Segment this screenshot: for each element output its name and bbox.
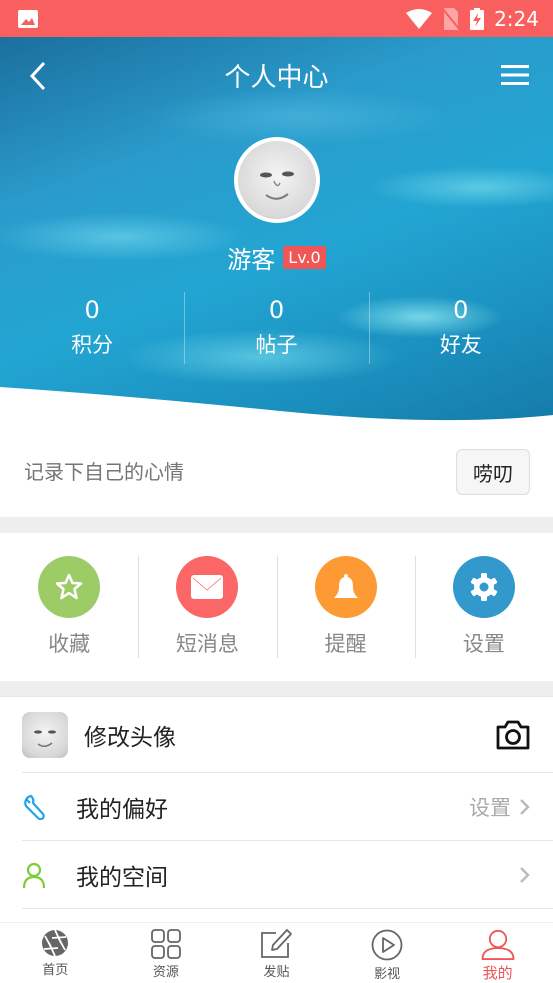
hamburger-menu-icon[interactable] bbox=[501, 63, 529, 87]
tab-home[interactable]: 首页 bbox=[0, 923, 111, 983]
list-item-preferences[interactable]: 我的偏好 设置 bbox=[22, 773, 553, 841]
icon-wrap bbox=[22, 794, 52, 820]
username-row: 游客 Lv.0 bbox=[0, 240, 553, 275]
avatar-thumbnail bbox=[22, 711, 68, 758]
list-item-label: 修改头像 bbox=[84, 724, 176, 751]
stat-friends[interactable]: 0 好友 bbox=[368, 292, 553, 364]
quick-action-messages[interactable]: 短消息 bbox=[138, 533, 276, 681]
tab-label: 发贴 bbox=[263, 965, 290, 980]
reminders-icon-circle bbox=[314, 556, 377, 618]
tab-label: 首页 bbox=[42, 963, 69, 978]
tab-mine[interactable]: 我的 bbox=[442, 923, 553, 983]
stat-posts[interactable]: 0 帖子 bbox=[184, 292, 368, 364]
avatar-face-image bbox=[238, 141, 316, 219]
list-item-label: 我的偏好 bbox=[76, 796, 168, 823]
chevron-right-icon bbox=[520, 798, 530, 815]
chevron-right-icon bbox=[520, 866, 530, 883]
gear-icon bbox=[470, 573, 497, 601]
stat-points[interactable]: 0 积分 bbox=[0, 292, 184, 364]
user-icon bbox=[481, 929, 515, 960]
page-title: 个人中心 bbox=[224, 62, 329, 93]
stat-value: 0 bbox=[268, 296, 285, 324]
stat-label: 帖子 bbox=[255, 333, 298, 357]
top-navigation-bar: 个人中心 bbox=[0, 37, 553, 113]
status-bar: 2:24 bbox=[0, 0, 553, 37]
tab-resources[interactable]: 资源 bbox=[111, 923, 222, 983]
section-divider bbox=[0, 517, 553, 533]
stat-label: 积分 bbox=[71, 333, 114, 357]
grid-icon bbox=[150, 929, 181, 959]
tab-post[interactable]: 发贴 bbox=[221, 923, 332, 983]
messages-icon-circle bbox=[176, 556, 239, 618]
settings-icon-circle bbox=[452, 556, 515, 618]
envelope-icon bbox=[191, 575, 224, 599]
mood-input[interactable] bbox=[24, 460, 456, 484]
image-notification-icon bbox=[18, 9, 38, 28]
profile-avatar[interactable] bbox=[234, 137, 320, 223]
star-icon bbox=[55, 573, 83, 600]
quick-action-settings[interactable]: 设置 bbox=[414, 533, 553, 681]
bottom-tab-bar: 首页 资源 发贴 影视 我的 bbox=[0, 922, 553, 983]
quick-action-reminders[interactable]: 提醒 bbox=[276, 533, 415, 681]
tab-label: 我的 bbox=[482, 964, 513, 982]
list-item-change-avatar[interactable]: 修改头像 bbox=[22, 697, 553, 773]
quick-action-label: 收藏 bbox=[48, 632, 91, 656]
icon-wrap bbox=[22, 862, 52, 888]
tab-label: 影视 bbox=[374, 967, 401, 982]
list-item-my-space[interactable]: 我的空间 bbox=[22, 841, 553, 909]
wrench-icon bbox=[24, 794, 45, 820]
quick-action-label: 设置 bbox=[462, 632, 505, 656]
edit-icon bbox=[261, 929, 293, 958]
mood-bar: 唠叨 bbox=[0, 427, 553, 517]
status-time: 2:24 bbox=[494, 6, 539, 31]
list-item-label: 我的空间 bbox=[76, 864, 168, 891]
play-circle-icon bbox=[371, 929, 403, 961]
stat-label: 好友 bbox=[439, 333, 482, 357]
stat-value: 0 bbox=[84, 296, 100, 324]
quick-action-label: 提醒 bbox=[324, 632, 367, 656]
hero-wave-divider bbox=[0, 387, 553, 427]
quick-action-label: 短消息 bbox=[175, 632, 239, 656]
post-mood-button[interactable]: 唠叨 bbox=[456, 449, 530, 495]
list-item-extra: 设置 bbox=[469, 795, 511, 820]
tab-label: 资源 bbox=[152, 965, 179, 980]
username: 游客 bbox=[227, 246, 276, 274]
stat-value: 0 bbox=[453, 296, 469, 324]
quick-action-favorites[interactable]: 收藏 bbox=[0, 533, 138, 681]
battery-charging-icon bbox=[470, 7, 485, 30]
favorites-icon-circle bbox=[38, 556, 101, 618]
quick-actions: 收藏 短消息 提醒 设置 bbox=[0, 533, 553, 681]
chevron-left-icon[interactable] bbox=[24, 59, 54, 93]
settings-list: 修改头像 我的偏好 设置 我的空间 bbox=[0, 697, 553, 909]
wifi-icon bbox=[406, 8, 433, 29]
user-icon bbox=[22, 862, 46, 888]
camera-icon[interactable] bbox=[495, 720, 531, 750]
no-sim-icon bbox=[442, 7, 461, 30]
level-badge: Lv.0 bbox=[283, 246, 326, 269]
aperture-icon bbox=[42, 929, 69, 957]
profile-stats: 0 积分 0 帖子 0 好友 bbox=[0, 292, 553, 364]
bell-icon bbox=[333, 574, 358, 598]
section-divider bbox=[0, 681, 553, 697]
tab-video[interactable]: 影视 bbox=[332, 923, 443, 983]
